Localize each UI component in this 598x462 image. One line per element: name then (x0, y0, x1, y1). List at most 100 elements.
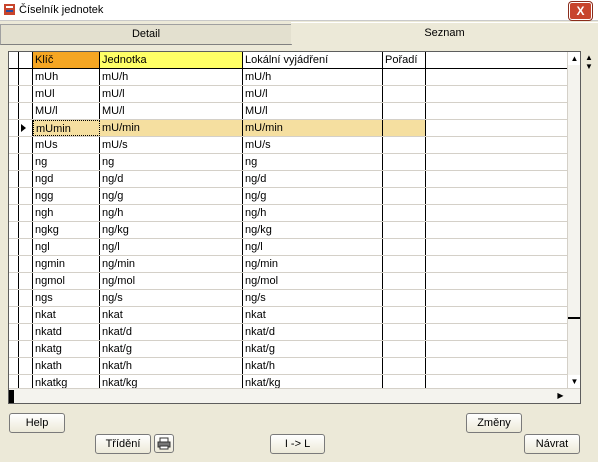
key-cell[interactable]: nkatg (33, 341, 100, 357)
key-cell[interactable]: mUs (33, 137, 100, 153)
order-cell[interactable] (383, 239, 426, 255)
unit-cell[interactable]: nkat/d (100, 324, 243, 340)
units-grid[interactable]: Klíč Jednotka Lokální vyjádření Pořadí mUh mU… (8, 51, 581, 404)
outer-scrollbar[interactable]: ▲ ▼ (582, 51, 596, 73)
local-cell[interactable]: nkat/kg (243, 375, 383, 388)
row-indicator-cell[interactable] (19, 137, 33, 153)
row-indicator-cell[interactable] (19, 256, 33, 272)
order-cell[interactable] (383, 137, 426, 153)
unit-cell[interactable]: mU/l (100, 86, 243, 102)
print-button[interactable] (154, 434, 174, 453)
column-header-key[interactable]: Klíč (33, 52, 100, 68)
row-indicator-cell[interactable] (19, 69, 33, 85)
row-indicator-cell[interactable] (19, 273, 33, 289)
local-cell[interactable]: nkat/h (243, 358, 383, 374)
scroll-thumb[interactable] (568, 66, 580, 319)
scroll-right-icon[interactable]: ▶ (554, 389, 567, 403)
table-row[interactable]: ngkg ng/kg ng/kg (9, 222, 567, 239)
key-cell[interactable]: ngl (33, 239, 100, 255)
order-cell[interactable] (383, 205, 426, 221)
local-cell[interactable]: mU/s (243, 137, 383, 153)
row-indicator-cell[interactable] (19, 358, 33, 374)
local-cell[interactable]: nkat/g (243, 341, 383, 357)
table-row[interactable]: nkatkg nkat/kg nkat/kg (9, 375, 567, 388)
key-cell[interactable]: ngg (33, 188, 100, 204)
table-row[interactable]: ngmol ng/mol ng/mol (9, 273, 567, 290)
row-indicator-cell[interactable] (19, 239, 33, 255)
table-row[interactable]: ngmin ng/min ng/min (9, 256, 567, 273)
tab-detail[interactable]: Detail (0, 24, 292, 45)
row-indicator-cell[interactable] (19, 188, 33, 204)
table-row[interactable]: nkatd nkat/d nkat/d (9, 324, 567, 341)
local-cell[interactable]: mU/h (243, 69, 383, 85)
unit-cell[interactable]: ng/mol (100, 273, 243, 289)
key-cell[interactable]: ngh (33, 205, 100, 221)
table-row[interactable]: ngs ng/s ng/s (9, 290, 567, 307)
row-indicator-cell[interactable] (19, 103, 33, 119)
unit-cell[interactable]: nkat (100, 307, 243, 323)
row-indicator-cell[interactable] (19, 86, 33, 102)
local-cell[interactable]: ng/mol (243, 273, 383, 289)
sort-button[interactable]: Třídění (95, 434, 151, 454)
order-cell[interactable] (383, 375, 426, 388)
key-cell[interactable]: ngs (33, 290, 100, 306)
unit-cell[interactable]: mU/h (100, 69, 243, 85)
unit-cell[interactable]: mU/s (100, 137, 243, 153)
local-cell[interactable]: ng/kg (243, 222, 383, 238)
unit-cell[interactable]: ng/kg (100, 222, 243, 238)
row-indicator-cell[interactable] (19, 222, 33, 238)
local-cell[interactable]: ng/h (243, 205, 383, 221)
order-cell[interactable] (383, 307, 426, 323)
order-cell[interactable] (383, 290, 426, 306)
order-cell[interactable] (383, 69, 426, 85)
unit-cell[interactable]: nkat/h (100, 358, 243, 374)
key-cell[interactable]: ng (33, 154, 100, 170)
key-cell[interactable]: nkatkg (33, 375, 100, 388)
key-cell[interactable]: ngd (33, 171, 100, 187)
key-cell[interactable]: ngmin (33, 256, 100, 272)
table-row[interactable]: ngd ng/d ng/d (9, 171, 567, 188)
row-indicator-cell[interactable] (19, 120, 33, 136)
table-row[interactable]: mUmin mU/min mU/min (9, 120, 567, 137)
unit-cell[interactable]: ng/min (100, 256, 243, 272)
table-row[interactable]: ngl ng/l ng/l (9, 239, 567, 256)
unit-cell[interactable]: ng (100, 154, 243, 170)
local-cell[interactable]: ng (243, 154, 383, 170)
horizontal-scrollbar[interactable]: ▶ (9, 388, 580, 403)
order-cell[interactable] (383, 171, 426, 187)
local-cell[interactable]: ng/min (243, 256, 383, 272)
column-header-order[interactable]: Pořadí (383, 52, 426, 68)
row-indicator-cell[interactable] (19, 52, 33, 68)
order-cell[interactable] (383, 324, 426, 340)
order-cell[interactable] (383, 222, 426, 238)
key-cell[interactable]: mUh (33, 69, 100, 85)
order-cell[interactable] (383, 341, 426, 357)
key-cell[interactable]: MU/l (33, 103, 100, 119)
order-cell[interactable] (383, 358, 426, 374)
table-row[interactable]: nkatg nkat/g nkat/g (9, 341, 567, 358)
key-cell[interactable]: nkath (33, 358, 100, 374)
table-row[interactable]: mUh mU/h mU/h (9, 69, 567, 86)
local-cell[interactable]: nkat/d (243, 324, 383, 340)
close-button[interactable]: X (569, 2, 592, 20)
changes-button[interactable]: Změny (466, 413, 522, 433)
unit-cell[interactable]: nkat/g (100, 341, 243, 357)
local-cell[interactable]: ng/g (243, 188, 383, 204)
scroll-up-icon[interactable]: ▲ (568, 52, 580, 65)
row-indicator-cell[interactable] (19, 171, 33, 187)
order-cell[interactable] (383, 256, 426, 272)
table-row[interactable]: MU/l MU/l MU/l (9, 103, 567, 120)
unit-cell[interactable]: MU/l (100, 103, 243, 119)
order-cell[interactable] (383, 188, 426, 204)
local-cell[interactable]: ng/s (243, 290, 383, 306)
unit-cell[interactable]: ng/s (100, 290, 243, 306)
row-indicator-cell[interactable] (19, 341, 33, 357)
outer-scroll-up-icon[interactable]: ▲ (585, 53, 593, 62)
key-cell[interactable]: nkat (33, 307, 100, 323)
i-to-l-button[interactable]: I -> L (270, 434, 325, 454)
row-indicator-cell[interactable] (19, 154, 33, 170)
row-indicator-cell[interactable] (19, 307, 33, 323)
unit-cell[interactable]: mU/min (100, 120, 243, 136)
table-row[interactable]: nkath nkat/h nkat/h (9, 358, 567, 375)
table-row[interactable]: ng ng ng (9, 154, 567, 171)
